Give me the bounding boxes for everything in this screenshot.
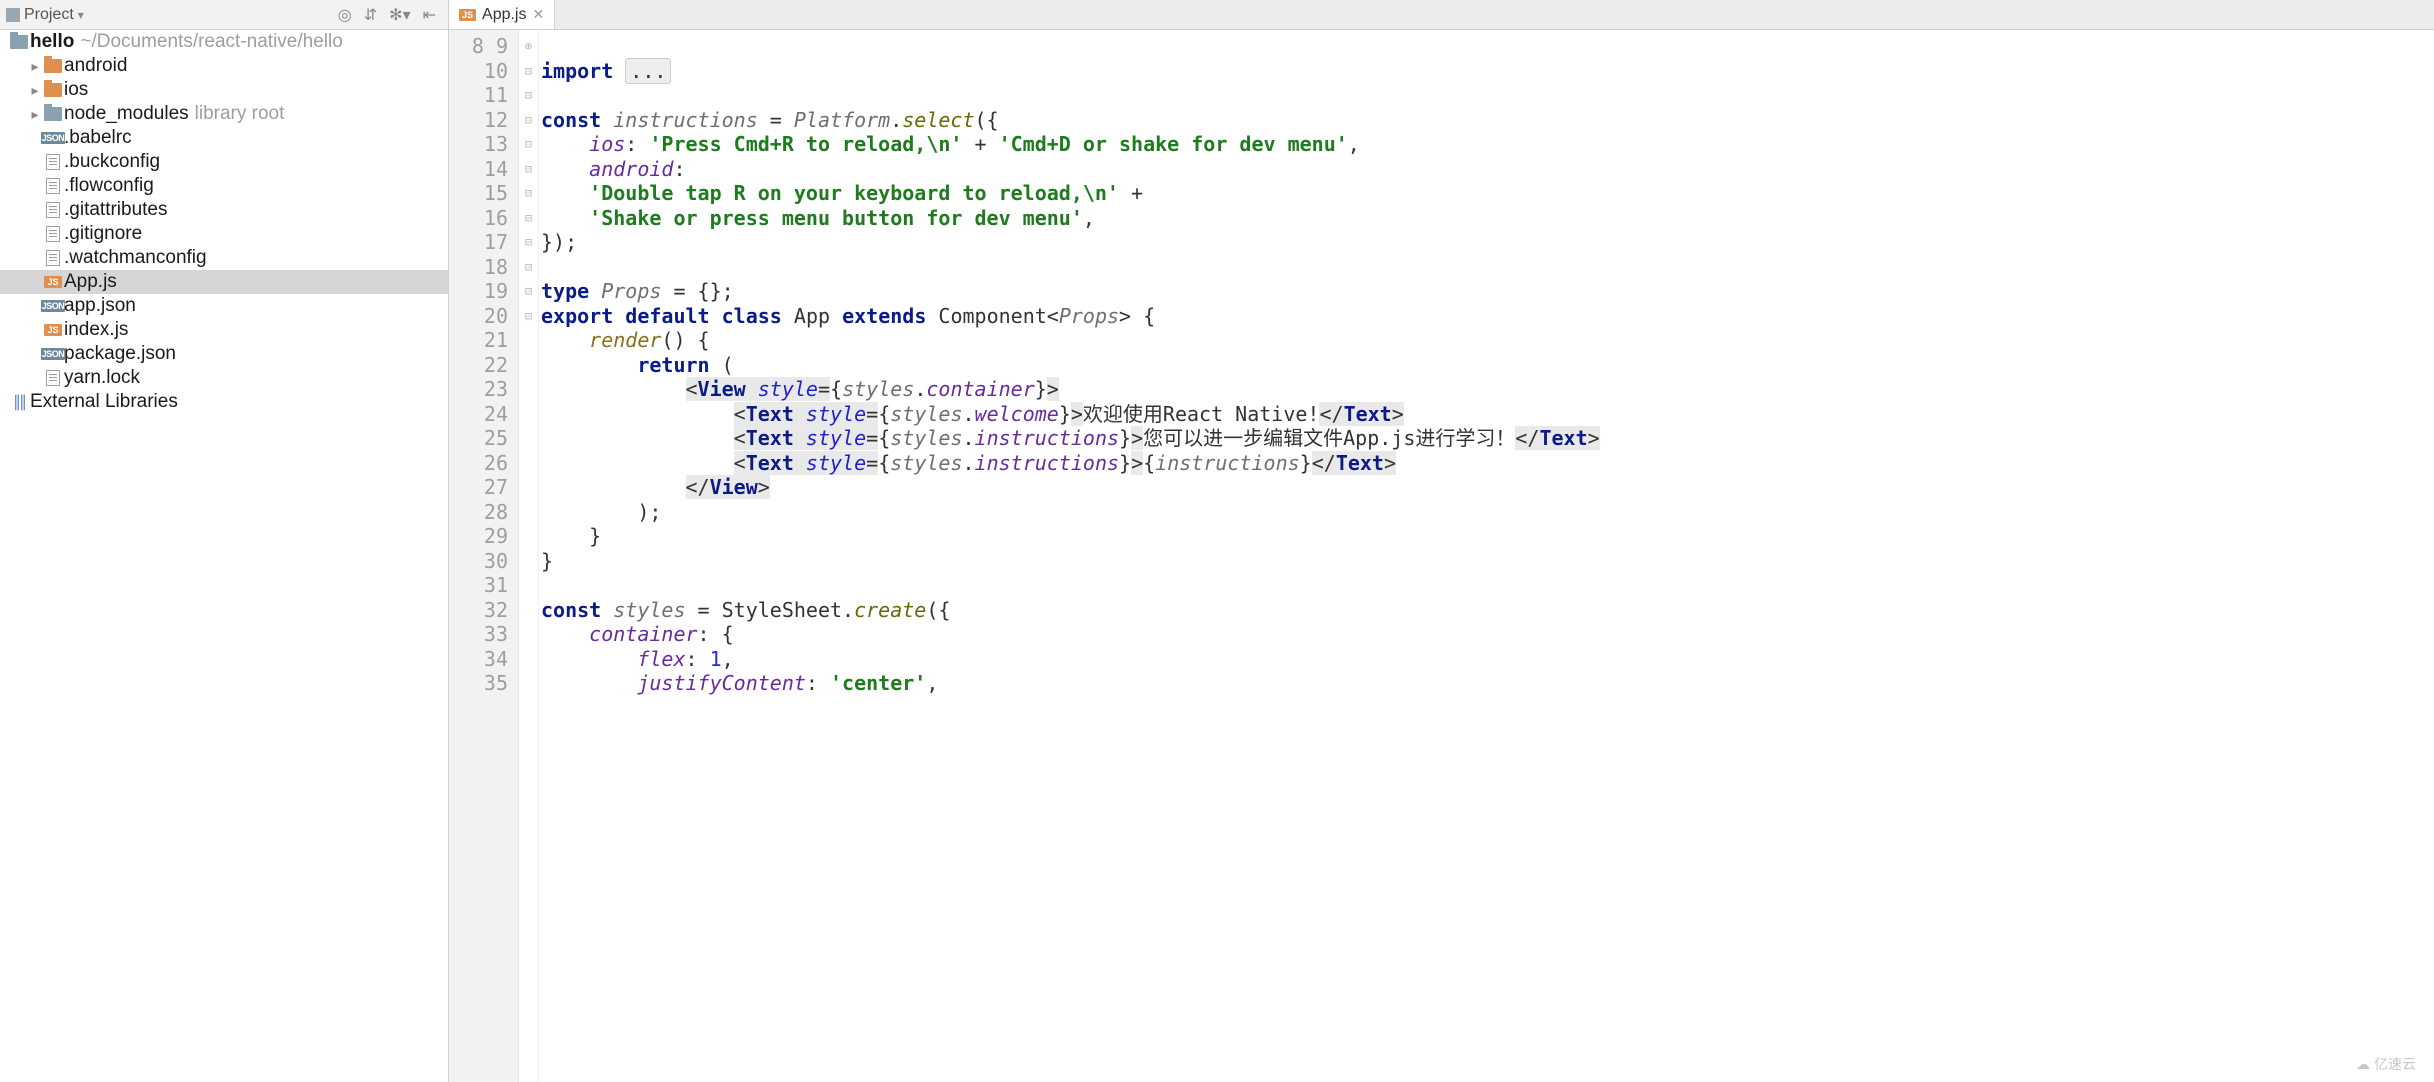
- tree-item[interactable]: .gitignore: [0, 222, 448, 246]
- file-icon: [42, 107, 64, 121]
- tree-item-label: .buckconfig: [64, 151, 160, 173]
- cloud-icon: ☁: [2356, 1056, 2370, 1073]
- collapse-icon[interactable]: ⇵: [358, 5, 383, 25]
- file-icon: JSON: [42, 348, 64, 360]
- tree-item-label: android: [64, 55, 127, 77]
- file-icon: [42, 370, 64, 386]
- expand-icon[interactable]: ▸: [28, 58, 42, 75]
- tree-item-note: library root: [195, 103, 285, 125]
- tree-item-label: node_modules: [64, 103, 189, 125]
- editor-tabbar: JS App.js ✕: [449, 0, 2434, 30]
- tree-item-label: package.json: [64, 343, 176, 365]
- project-icon: [6, 8, 20, 22]
- tree-item-label: index.js: [64, 319, 128, 341]
- tree-item[interactable]: .gitattributes: [0, 198, 448, 222]
- tree-item[interactable]: ▸ ios: [0, 78, 448, 102]
- watermark-text: 亿速云: [2374, 1054, 2416, 1074]
- file-icon: [42, 154, 64, 170]
- tree-item[interactable]: .buckconfig: [0, 150, 448, 174]
- fold-strip[interactable]: ⊕ ⊟ ⊟ ⊟ ⊟ ⊟ ⊟ ⊟ ⊟ ⊟ ⊟ ⊟: [519, 30, 539, 1082]
- js-icon: JS: [459, 9, 476, 21]
- line-gutter[interactable]: 8 9 10 11 12 13 14 15 16 17 18 19 20 21 …: [449, 30, 519, 1082]
- expand-icon[interactable]: ▸: [28, 82, 42, 99]
- tree-item-label: ios: [64, 79, 88, 101]
- tree-item-label: .gitattributes: [64, 199, 168, 221]
- file-icon: JSON: [42, 132, 64, 144]
- file-icon: [42, 178, 64, 194]
- tree-item-label: App.js: [64, 271, 117, 293]
- project-root[interactable]: hello ~/Documents/react-native/hello: [0, 30, 448, 54]
- tree-item[interactable]: .flowconfig: [0, 174, 448, 198]
- project-sidebar: Project ▾ ◎ ⇵ ✻▾ ⇤ hello ~/Documents/rea…: [0, 0, 449, 1082]
- tree-item[interactable]: JSONapp.json: [0, 294, 448, 318]
- code-content[interactable]: import ... const instructions = Platform…: [539, 30, 2434, 1082]
- tree-item-label: app.json: [64, 295, 136, 317]
- project-dropdown[interactable]: Project ▾: [6, 6, 84, 24]
- target-icon[interactable]: ◎: [332, 5, 358, 25]
- expand-icon[interactable]: ▸: [28, 106, 42, 123]
- file-icon: [42, 250, 64, 266]
- project-path: ~/Documents/react-native/hello: [80, 31, 342, 53]
- project-name: hello: [30, 31, 74, 52]
- tree-item[interactable]: JSONpackage.json: [0, 342, 448, 366]
- file-icon: [42, 83, 64, 97]
- tab-label: App.js: [482, 6, 526, 24]
- project-dropdown-label: Project: [24, 6, 74, 24]
- external-libraries-label: External Libraries: [30, 391, 178, 413]
- code-editor[interactable]: 8 9 10 11 12 13 14 15 16 17 18 19 20 21 …: [449, 30, 2434, 1082]
- chevron-down-icon: ▾: [78, 8, 84, 22]
- tree-item[interactable]: JSindex.js: [0, 318, 448, 342]
- file-icon: [42, 226, 64, 242]
- tree-item-label: .watchmanconfig: [64, 247, 207, 269]
- file-icon: [42, 59, 64, 73]
- tree-item[interactable]: yarn.lock: [0, 366, 448, 390]
- gear-icon[interactable]: ✻▾: [383, 5, 416, 25]
- tree-item-label: yarn.lock: [64, 367, 140, 389]
- close-icon[interactable]: ✕: [532, 6, 544, 23]
- tree-item[interactable]: .watchmanconfig: [0, 246, 448, 270]
- external-libraries[interactable]: ∥∥ External Libraries: [0, 390, 448, 414]
- sidebar-toolbar: Project ▾ ◎ ⇵ ✻▾ ⇤: [0, 0, 448, 30]
- tree-item[interactable]: JSApp.js: [0, 270, 448, 294]
- tree-item-label: .babelrc: [64, 127, 132, 149]
- file-icon: JS: [42, 276, 64, 288]
- watermark: ☁ 亿速云: [2356, 1054, 2416, 1074]
- project-tree[interactable]: hello ~/Documents/react-native/hello ▸ an…: [0, 30, 448, 1082]
- tree-item-label: .gitignore: [64, 223, 142, 245]
- tree-item[interactable]: ▸ android: [0, 54, 448, 78]
- tree-item-label: .flowconfig: [64, 175, 154, 197]
- hide-icon[interactable]: ⇤: [417, 5, 442, 25]
- tree-item[interactable]: JSON.babelrc: [0, 126, 448, 150]
- tree-item[interactable]: ▸ node_modules library root: [0, 102, 448, 126]
- tab-app-js[interactable]: JS App.js ✕: [449, 0, 555, 29]
- file-icon: JS: [42, 324, 64, 336]
- library-icon: ∥∥: [13, 392, 25, 412]
- folder-icon: [10, 35, 28, 49]
- file-icon: JSON: [42, 300, 64, 312]
- editor-area: JS App.js ✕ 8 9 10 11 12 13 14 15 16 17 …: [449, 0, 2434, 1082]
- file-icon: [42, 202, 64, 218]
